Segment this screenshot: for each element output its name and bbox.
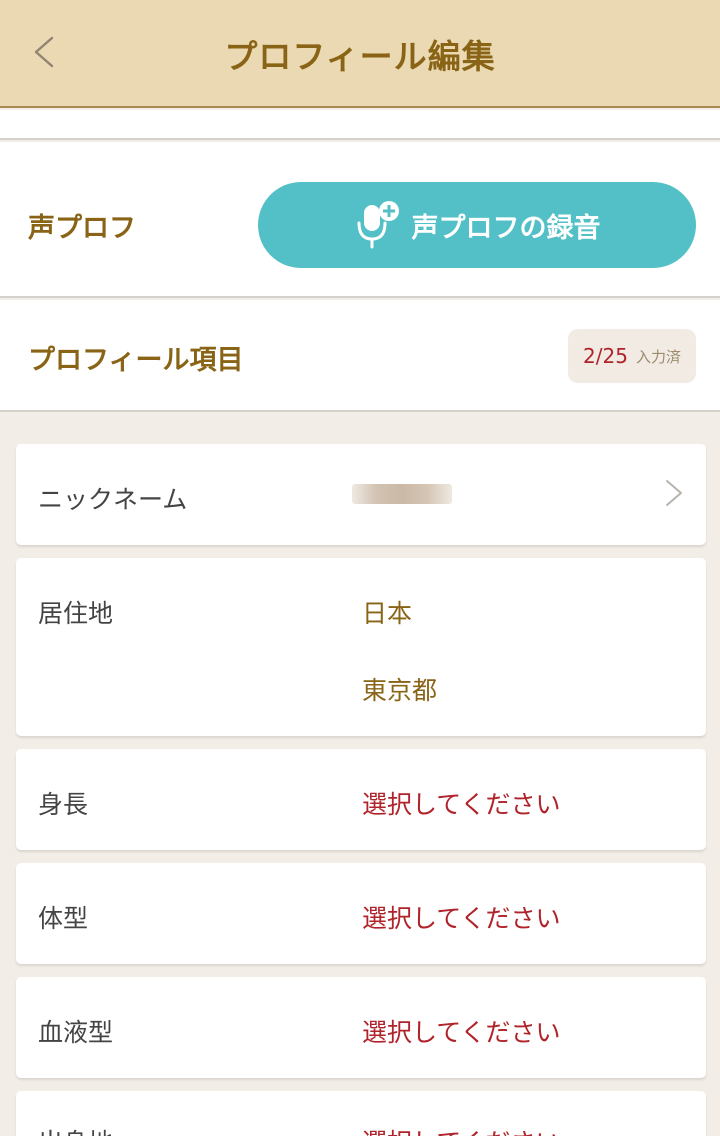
height-label: 身長: [38, 790, 89, 819]
top-spacer: [0, 110, 720, 140]
profile-items-label: プロフィール項目: [28, 345, 244, 376]
profile-items-header: プロフィール項目 2/25 入力済: [0, 300, 720, 412]
birthplace-value: 選択してください: [362, 1123, 561, 1136]
nickname-row[interactable]: ニックネーム: [16, 444, 706, 545]
blood-type-row[interactable]: 血液型 選択してください: [16, 977, 706, 1078]
height-value: 選択してください: [362, 790, 561, 819]
voice-profile-label: 声プロフ: [28, 213, 136, 244]
app-header: プロフィール編集: [0, 0, 720, 108]
record-voice-button-label: 声プロフの録音: [411, 212, 601, 244]
page-title: プロフィール編集: [224, 37, 496, 76]
height-row[interactable]: 身長 選択してください: [16, 749, 706, 850]
body-type-row[interactable]: 体型 選択してください: [16, 863, 706, 964]
record-voice-button[interactable]: 声プロフの録音: [258, 182, 696, 268]
blood-type-label: 血液型: [38, 1018, 114, 1047]
nickname-label: ニックネーム: [38, 485, 188, 514]
residence-row[interactable]: 居住地 日本 東京都: [16, 558, 706, 736]
birthplace-label: 出身地: [38, 1123, 113, 1136]
microphone-plus-icon: [357, 201, 399, 249]
voice-profile-row: 声プロフ 声プロフの録音: [0, 142, 720, 298]
chevron-right-icon: [666, 480, 682, 506]
nickname-value-redacted: [352, 484, 452, 504]
residence-label: 居住地: [38, 599, 114, 628]
birthplace-row[interactable]: 出身地 選択してください: [16, 1091, 706, 1136]
blood-type-value: 選択してください: [362, 1018, 561, 1047]
residence-prefecture: 東京都: [362, 676, 438, 705]
body-type-label: 体型: [38, 904, 89, 933]
completion-count: 2/25: [583, 344, 628, 368]
residence-country: 日本: [362, 599, 413, 628]
completion-suffix: 入力済: [635, 347, 681, 366]
body-type-value: 選択してください: [362, 904, 561, 933]
completion-badge: 2/25 入力済: [568, 329, 696, 383]
